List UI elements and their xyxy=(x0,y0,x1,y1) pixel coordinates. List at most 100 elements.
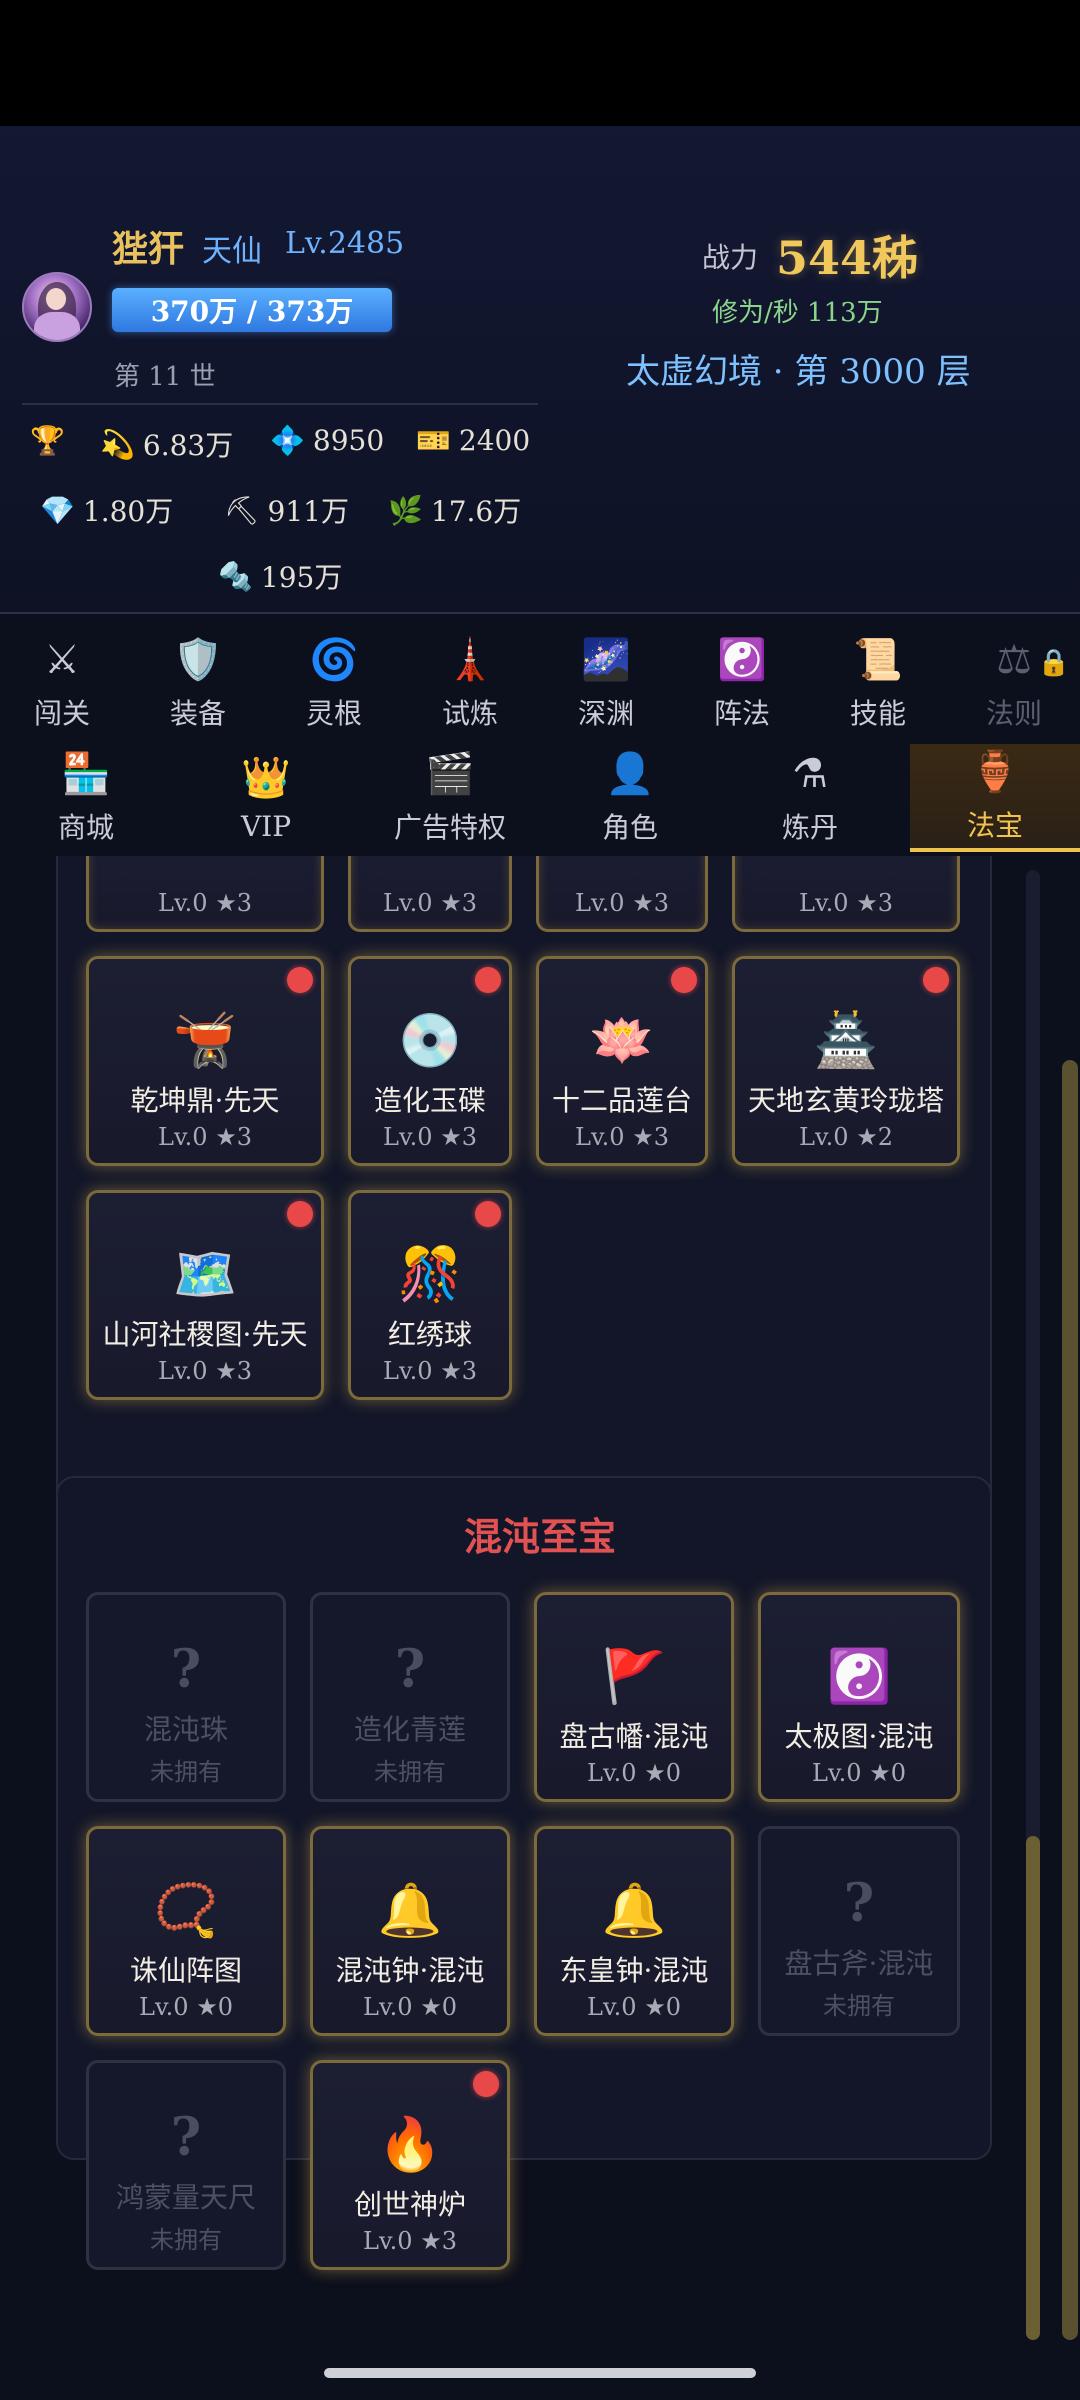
swirl-icon: 🌀 xyxy=(309,637,359,683)
treasure-card[interactable]: 🎊 红绣球 Lv.0 ★3 xyxy=(348,1190,512,1400)
nav-formation[interactable]: ☯️ 阵法 xyxy=(680,628,804,740)
question-mark-icon: ? xyxy=(394,1639,426,1700)
trophy-icon: 🏆 xyxy=(30,424,65,457)
comet-icon: 💫 xyxy=(100,427,135,461)
treasure-card[interactable]: 📿 诛仙阵图 Lv.0 ★0 xyxy=(86,1826,286,2036)
nav-treasure[interactable]: 🏺 法宝 xyxy=(910,744,1080,852)
treasure-level: Lv.0 ★3 xyxy=(799,889,893,917)
clapperboard-icon: 🎬 xyxy=(425,751,475,797)
hp-bar: 370万 / 373万 xyxy=(112,288,392,332)
player-realm: 天仙 xyxy=(202,234,262,269)
disc-icon: 💿 xyxy=(397,1011,463,1071)
notification-dot xyxy=(287,967,313,993)
treasure-name: 十二品莲台 xyxy=(551,1084,692,1117)
player-avatar[interactable] xyxy=(22,272,92,342)
nav-challenge[interactable]: ⚔ 闯关 xyxy=(0,628,124,740)
treasure-name: 诛仙阵图 xyxy=(129,1954,242,1987)
treasure-card[interactable]: 💿 造化玉碟 Lv.0 ★3 xyxy=(348,956,512,1166)
person-icon: 👤 xyxy=(605,751,655,797)
treasure-name: 乾坤鼎·先天 xyxy=(130,1084,280,1117)
treasure-card[interactable]: 🪷 十二品莲台 Lv.0 ★3 xyxy=(536,956,708,1166)
nav-spirit-root[interactable]: 🌀 灵根 xyxy=(272,628,396,740)
treasure-card[interactable]: 🏯 天地玄黄玲珑塔 Lv.0 ★2 xyxy=(732,956,960,1166)
treasure-card-locked[interactable]: ? 造化青莲 未拥有 xyxy=(310,1592,510,1802)
flag-icon: 🚩 xyxy=(601,1647,667,1707)
treasure-card[interactable]: 🫕 乾坤鼎·先天 Lv.0 ★3 xyxy=(86,956,324,1166)
notification-dot xyxy=(475,967,501,993)
resource-value: 8950 xyxy=(312,424,385,457)
nav-equipment[interactable]: 🛡️ 装备 xyxy=(136,628,260,740)
cauldron-icon: 🫕 xyxy=(172,1011,238,1071)
resource-value: 911万 xyxy=(267,495,349,528)
nav-law[interactable]: ⚖ 法则 🔒 xyxy=(952,628,1076,740)
pagoda-icon: 🏯 xyxy=(813,1011,879,1071)
notification-dot xyxy=(287,1201,313,1227)
treasure-card[interactable]: Lv.0 ★3 xyxy=(348,856,512,932)
resource-pickaxe: ⛏ 911万 xyxy=(224,490,349,530)
resource-value: 2400 xyxy=(458,424,531,457)
nav-label: 灵根 xyxy=(305,697,362,730)
home-indicator[interactable] xyxy=(324,2368,756,2378)
treasure-level: Lv.0 ★3 xyxy=(158,1357,252,1385)
treasure-card[interactable]: Lv.0 ★3 xyxy=(732,856,960,932)
treasure-level: Lv.0 ★3 xyxy=(383,1357,477,1385)
nav-alchemy[interactable]: ⚗ 炼丹 xyxy=(724,744,896,852)
treasure-status: 未拥有 xyxy=(150,2226,222,2254)
treasure-card[interactable]: 🔥 创世神炉 Lv.0 ★3 xyxy=(310,2060,510,2270)
treasure-status: 未拥有 xyxy=(150,1758,222,1786)
treasure-level: Lv.0 ★3 xyxy=(575,1123,669,1151)
resource-comet: 💫 6.83万 xyxy=(100,424,233,464)
nav-vip[interactable]: 👑 VIP xyxy=(180,744,352,852)
nav-abyss[interactable]: 🌌 深渊 xyxy=(544,628,668,740)
treasure-card-locked[interactable]: ? 盘古斧·混沌 未拥有 xyxy=(758,1826,960,2036)
nav-label: 技能 xyxy=(849,697,906,730)
amphora-icon: 🏺 xyxy=(970,749,1020,795)
nav-ad-privilege[interactable]: 🎬 广告特权 xyxy=(360,744,540,852)
outer-scrollbar[interactable] xyxy=(1062,1060,1078,2340)
treasure-card-locked[interactable]: ? 鸿蒙量天尺 未拥有 xyxy=(86,2060,286,2270)
question-mark-icon: ? xyxy=(170,2107,202,2168)
confetti-ball-icon: 🎊 xyxy=(397,1245,463,1305)
chaos-treasure-panel xyxy=(56,1476,992,2160)
treasure-name: 山河社稷图·先天 xyxy=(102,1318,308,1351)
treasure-level: Lv.0 ★3 xyxy=(575,889,669,917)
treasure-card[interactable]: Lv.0 ★3 xyxy=(536,856,708,932)
prayer-beads-icon: 📿 xyxy=(153,1881,219,1941)
nav-trial[interactable]: 🗼 试炼 xyxy=(408,628,532,740)
bell-icon: 🔔 xyxy=(377,1881,443,1941)
resource-value: 1.80万 xyxy=(82,495,174,528)
treasure-name: 盘古斧·混沌 xyxy=(784,1947,934,1980)
treasure-card-locked[interactable]: ? 混沌珠 未拥有 xyxy=(86,1592,286,1802)
treasure-card[interactable]: 🔔 混沌钟·混沌 Lv.0 ★0 xyxy=(310,1826,510,2036)
treasure-card[interactable]: ☯️ 太极图·混沌 Lv.0 ★0 xyxy=(758,1592,960,1802)
treasure-status: 未拥有 xyxy=(823,1992,895,2020)
treasure-list[interactable]: Lv.0 ★3 Lv.0 ★3 Lv.0 ★3 Lv.0 ★3 🫕 乾坤鼎·先天… xyxy=(0,856,1080,2352)
nav-skills[interactable]: 📜 技能 xyxy=(816,628,940,740)
treasure-name: 太极图·混沌 xyxy=(784,1720,934,1753)
nav-label: 深渊 xyxy=(577,697,634,730)
crystal-icon: 💠 xyxy=(270,424,305,457)
inner-scroll-thumb[interactable] xyxy=(1026,1836,1040,2340)
notification-dot xyxy=(923,967,949,993)
resource-value: 17.6万 xyxy=(430,495,522,528)
nav-label: 炼丹 xyxy=(781,811,838,844)
treasure-name: 盘古幡·混沌 xyxy=(559,1720,709,1753)
treasure-card[interactable]: 🗺️ 山河社稷图·先天 Lv.0 ★3 xyxy=(86,1190,324,1400)
nav-character[interactable]: 👤 角色 xyxy=(544,744,716,852)
treasure-level: Lv.0 ★0 xyxy=(139,1993,233,2021)
avatar-robe xyxy=(34,312,80,340)
nav-label: 商城 xyxy=(57,811,114,844)
power-label: 战力 xyxy=(702,241,759,274)
treasure-level: Lv.0 ★0 xyxy=(812,1759,906,1787)
treasure-name: 红绣球 xyxy=(387,1318,472,1351)
treasure-card[interactable]: 🔔 东皇钟·混沌 Lv.0 ★0 xyxy=(534,1826,734,2036)
treasure-level: Lv.0 ★3 xyxy=(158,1123,252,1151)
nav-shop[interactable]: 🏪 商城 xyxy=(0,744,172,852)
galaxy-icon: 🌌 xyxy=(581,637,631,683)
treasure-name: 造化青莲 xyxy=(353,1713,466,1746)
treasure-card[interactable]: 🚩 盘古幡·混沌 Lv.0 ★0 xyxy=(534,1592,734,1802)
treasure-level: Lv.0 ★0 xyxy=(363,1993,457,2021)
treasure-card[interactable]: Lv.0 ★3 xyxy=(86,856,324,932)
treasure-name: 天地玄黄玲珑塔 xyxy=(747,1084,944,1117)
treasure-name: 东皇钟·混沌 xyxy=(559,1954,709,1987)
